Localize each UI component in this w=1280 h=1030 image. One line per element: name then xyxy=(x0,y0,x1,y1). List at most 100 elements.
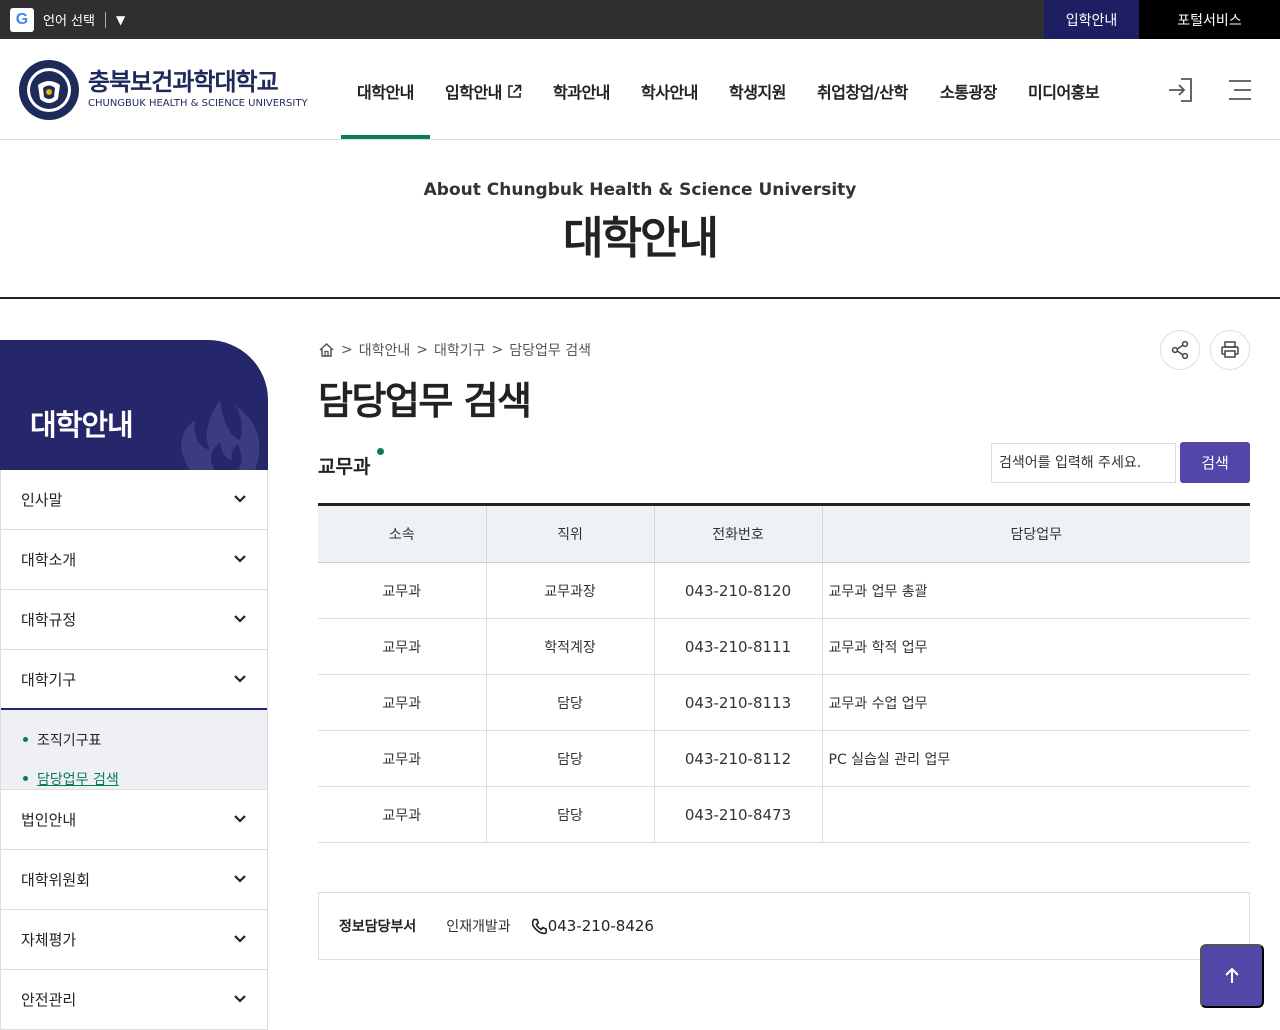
cell-phone: 043-210-8111 xyxy=(654,618,823,675)
scroll-top-button[interactable] xyxy=(1200,944,1264,1008)
info-label: 정보담당부서 xyxy=(339,919,417,935)
login-icon[interactable] xyxy=(1167,77,1195,103)
page-title-band: About Chungbuk Health & Science Universi… xyxy=(0,140,1280,299)
table-row: 교무과 담당 043-210-8112 PC 실습실 관리 업무 xyxy=(318,730,1250,787)
side-nav-subitem-label: 조직기구표 xyxy=(37,732,102,749)
side-nav-subitem-label: 담당업무 검색 xyxy=(37,771,119,788)
chevron-down-icon xyxy=(234,875,246,883)
gnb-item-admission[interactable]: 입학안내 xyxy=(445,79,522,103)
cell-department: 교무과 xyxy=(318,618,487,675)
chevron-down-icon xyxy=(234,615,246,623)
side-nav-item-label: 대학소개 xyxy=(21,551,77,569)
top-admission-link[interactable]: 입학안내 xyxy=(1044,0,1139,39)
side-nav-item[interactable]: 인사말 xyxy=(1,470,267,530)
menu-icon[interactable] xyxy=(1226,77,1254,103)
page-title: 담당업무 검색 xyxy=(318,379,532,423)
side-nav-item-active[interactable]: 대학기구 xyxy=(1,650,267,710)
chevron-down-icon xyxy=(234,815,246,823)
cell-phone: 043-210-8113 xyxy=(654,674,823,731)
side-nav-header: 대학안내 xyxy=(0,340,268,470)
side-nav-item[interactable]: 대학규정 xyxy=(1,590,267,650)
home-icon[interactable] xyxy=(318,342,335,358)
breadcrumb-separator: > xyxy=(416,342,428,358)
breadcrumb-separator: > xyxy=(491,342,504,358)
table-row: 교무과 교무과장 043-210-8120 교무과 업무 총괄 xyxy=(318,562,1250,619)
side-nav-title: 대학안내 xyxy=(30,408,134,442)
cell-phone: 043-210-8120 xyxy=(654,562,823,619)
print-button[interactable] xyxy=(1210,330,1250,370)
info-department: 인재개발과 xyxy=(446,919,511,935)
logo-english-name: CHUNGBUK HEALTH & SCIENCE UNIVERSITY xyxy=(88,98,308,109)
column-header: 전화번호 xyxy=(654,504,823,563)
chevron-down-icon xyxy=(234,555,246,563)
title-band-subtitle: About Chungbuk Health & Science Universi… xyxy=(423,180,857,200)
gnb-item-label: 입학안내 xyxy=(445,83,502,102)
side-nav-item[interactable]: 대학위원회 xyxy=(1,850,267,910)
bullet-icon xyxy=(23,776,28,781)
side-nav-item[interactable]: 대학소개 xyxy=(1,530,267,590)
cell-duty: 교무과 학적 업무 xyxy=(822,618,1250,675)
side-nav: 인사말 대학소개 대학규정 대학기구 조직기구표 담당업무 검색 법인안내 대학… xyxy=(0,470,268,1030)
breadcrumb-current: 담당업무 검색 xyxy=(509,343,591,359)
cell-department: 교무과 xyxy=(318,730,487,787)
language-divider xyxy=(104,11,106,28)
side-nav-item[interactable]: 법인안내 xyxy=(1,790,267,850)
chevron-down-icon xyxy=(234,495,246,503)
gnb-item-about[interactable]: 대학안내 xyxy=(357,79,414,103)
column-header: 소속 xyxy=(318,504,487,563)
gnb-item-career[interactable]: 취업창업/산학 xyxy=(817,79,908,103)
side-nav-item-label: 대학위원회 xyxy=(21,871,91,889)
side-nav-item-label: 대학규정 xyxy=(21,611,77,629)
gnb-item-community[interactable]: 소통광장 xyxy=(940,79,997,103)
site-header: 충북보건과학대학교 CHUNGBUK HEALTH & SCIENCE UNIV… xyxy=(0,39,1280,140)
cell-department: 교무과 xyxy=(318,674,487,731)
google-icon: G xyxy=(10,7,34,32)
cell-duty xyxy=(822,786,1250,843)
side-nav-item[interactable]: 자체평가 xyxy=(1,910,267,970)
phone-icon xyxy=(531,918,547,934)
arrow-up-icon xyxy=(1225,967,1239,983)
print-icon xyxy=(1221,341,1239,358)
cell-phone: 043-210-8473 xyxy=(654,786,823,843)
gnb-item-departments[interactable]: 학과안내 xyxy=(553,79,610,103)
cell-department: 교무과 xyxy=(318,562,487,619)
chevron-down-icon[interactable]: ▼ xyxy=(116,13,125,27)
department-title: 교무과 xyxy=(318,456,371,478)
share-button[interactable] xyxy=(1160,330,1200,370)
title-band-title: 대학안내 xyxy=(563,213,719,264)
side-nav-subitem[interactable]: 조직기구표 xyxy=(23,720,267,759)
language-selector[interactable]: G 언어 선택 ▼ xyxy=(10,7,125,32)
flame-decoration-icon xyxy=(181,400,260,470)
chevron-down-icon xyxy=(234,675,246,683)
cell-duty: 교무과 수업 업무 xyxy=(822,674,1250,731)
gnb-item-media[interactable]: 미디어홍보 xyxy=(1028,79,1100,103)
gnb-item-academic[interactable]: 학사안내 xyxy=(641,79,698,103)
title-dot-icon xyxy=(377,448,384,455)
logo-text[interactable]: 충북보건과학대학교 CHUNGBUK HEALTH & SCIENCE UNIV… xyxy=(88,68,308,109)
breadcrumb-item[interactable]: 대학안내 xyxy=(359,340,411,360)
gnb-active-indicator xyxy=(341,135,430,139)
table-row: 교무과 담당 043-210-8113 교무과 수업 업무 xyxy=(318,674,1250,731)
column-header: 직위 xyxy=(486,504,655,563)
side-nav-item[interactable]: 안전관리 xyxy=(1,970,267,1030)
search-input[interactable] xyxy=(991,443,1176,483)
chevron-down-icon xyxy=(234,995,246,1003)
top-portal-link[interactable]: 포털서비스 xyxy=(1139,0,1280,39)
cell-position: 담당 xyxy=(486,730,655,787)
table-row: 교무과 담당 043-210-8473 xyxy=(318,786,1250,843)
column-header: 담당업무 xyxy=(822,504,1250,563)
breadcrumb-separator: > xyxy=(341,342,353,358)
side-nav-item-label: 인사말 xyxy=(21,491,63,509)
breadcrumb: > 대학안내 > 대학기구 > 담당업무 검색 xyxy=(318,340,591,360)
side-nav-item-label: 안전관리 xyxy=(21,991,77,1009)
info-phone: 043-210-8426 xyxy=(531,917,654,935)
table-header-row: 소속 직위 전화번호 담당업무 xyxy=(318,504,1250,563)
breadcrumb-item[interactable]: 대학기구 xyxy=(434,340,486,360)
side-nav-submenu: 조직기구표 담당업무 검색 xyxy=(1,710,267,790)
gnb-item-student-support[interactable]: 학생지원 xyxy=(729,79,786,103)
language-label: 언어 선택 xyxy=(43,14,95,29)
university-logo[interactable] xyxy=(18,59,80,121)
side-nav-item-label: 법인안내 xyxy=(21,811,77,829)
search-button[interactable]: 검색 xyxy=(1180,442,1250,483)
top-utility-bar: G 언어 선택 ▼ 입학안내 포털서비스 xyxy=(0,0,1280,39)
